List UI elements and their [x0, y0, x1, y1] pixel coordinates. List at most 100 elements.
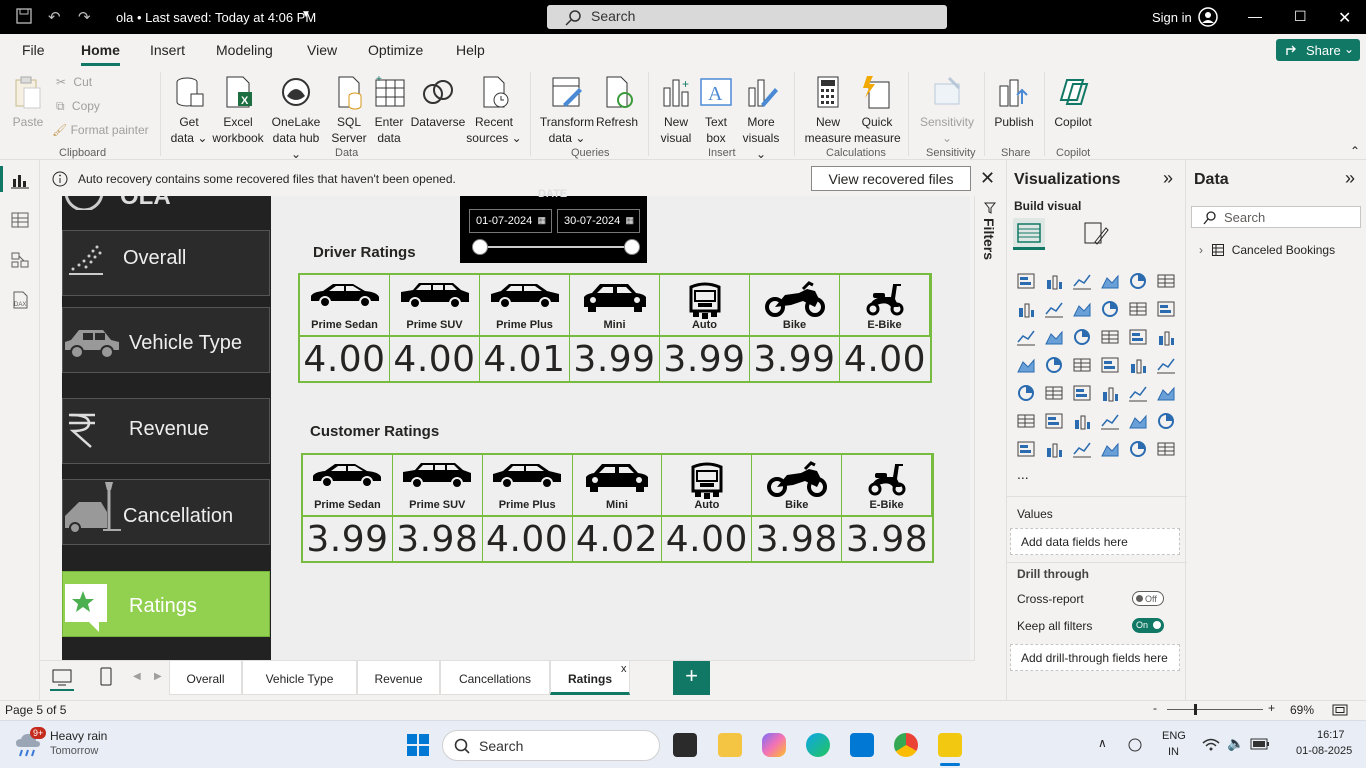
key-influencers-icon[interactable] — [1044, 412, 1064, 430]
file-title[interactable]: ola • Last saved: Today at 4:06 PM — [116, 10, 316, 25]
format-painter-button[interactable]: 🖌 Format painter — [52, 123, 149, 137]
smart-narrative-icon[interactable] — [1128, 412, 1148, 430]
clustered-column-icon[interactable] — [1100, 272, 1120, 290]
data-table-item[interactable]: › Canceled Bookings — [1199, 243, 1335, 257]
stacked-column-icon[interactable] — [1044, 272, 1064, 290]
python-visual-icon[interactable] — [1016, 412, 1036, 430]
treemap-icon[interactable] — [1016, 356, 1036, 374]
maximize-button[interactable]: ☐ — [1294, 8, 1307, 25]
account-icon[interactable] — [1198, 7, 1218, 30]
title-dropdown-icon[interactable]: ▼ — [301, 9, 311, 20]
close-button[interactable]: ✕ — [1338, 8, 1351, 28]
quick-measure-button[interactable]: Quick measure — [854, 74, 901, 146]
file-explorer-icon[interactable] — [718, 733, 742, 757]
area-chart-icon[interactable] — [1044, 300, 1064, 318]
publish-button[interactable]: Publish — [992, 74, 1036, 130]
language-indicator[interactable]: ENG — [1162, 730, 1186, 742]
redo-icon[interactable]: ↷ — [78, 8, 91, 26]
pie-chart-icon[interactable] — [1128, 328, 1148, 346]
minimize-button[interactable]: — — [1248, 8, 1262, 24]
model-view-icon[interactable] — [11, 251, 29, 269]
transform-data-button[interactable]: Transform data ⌄ — [538, 74, 596, 146]
wifi-icon[interactable] — [1202, 737, 1220, 753]
close-icon[interactable]: ✕ — [980, 168, 995, 189]
task-view-icon[interactable] — [673, 733, 697, 757]
scroll-right-icon[interactable]: ▶ — [154, 671, 162, 682]
cross-report-toggle[interactable]: Off — [1132, 591, 1164, 606]
get-data-button[interactable]: Get data ⌄ — [168, 74, 210, 146]
close-tab-icon[interactable]: x — [621, 663, 627, 675]
filled-map-icon[interactable] — [1072, 356, 1092, 374]
mail-icon[interactable] — [850, 733, 874, 757]
collapse-pane-icon[interactable]: » — [1163, 168, 1173, 189]
menu-help[interactable]: Help — [456, 42, 485, 58]
qna-icon[interactable] — [1100, 412, 1120, 430]
nav-button-revenue[interactable]: Revenue — [62, 398, 270, 464]
text-box-button[interactable]: A Text box — [698, 74, 734, 146]
page-tab-revenue[interactable]: Revenue — [357, 661, 440, 695]
keep-filters-toggle[interactable]: On — [1132, 618, 1164, 633]
nav-button-vehicle-type[interactable]: Vehicle Type — [62, 307, 270, 373]
power-bi-chevron-icon[interactable] — [1156, 440, 1176, 458]
line-clustered-icon[interactable] — [1156, 300, 1176, 318]
collapse-ribbon-icon[interactable]: ⌃ — [1350, 144, 1360, 158]
zoom-slider-thumb[interactable] — [1194, 704, 1197, 715]
taskbar-search[interactable]: Search — [442, 730, 660, 761]
weather-widget[interactable]: 9+ Heavy rain Tomorrow — [14, 727, 107, 762]
page-tab-vehicle-type[interactable]: Vehicle Type — [242, 661, 357, 695]
search-box[interactable]: Search — [547, 5, 947, 29]
r-visual-icon[interactable] — [1156, 384, 1176, 402]
scroll-left-icon[interactable]: ◀ — [133, 671, 141, 682]
menu-modeling[interactable]: Modeling — [216, 42, 273, 58]
donut-chart-icon[interactable] — [1156, 328, 1176, 346]
table-view-icon[interactable] — [11, 211, 29, 229]
gauge-icon[interactable] — [1128, 356, 1148, 374]
refresh-button[interactable]: Refresh — [596, 74, 638, 130]
mobile-layout-icon[interactable] — [100, 667, 112, 687]
ribbon-chart-icon[interactable] — [1100, 300, 1120, 318]
menu-optimize[interactable]: Optimize — [368, 42, 423, 58]
windows-start-icon[interactable] — [406, 733, 430, 757]
chrome-icon[interactable] — [894, 733, 918, 757]
decomposition-tree-icon[interactable] — [1072, 412, 1092, 430]
multi-row-card-icon[interactable] — [1016, 384, 1036, 402]
collapse-pane-icon[interactable]: » — [1345, 168, 1355, 189]
zoom-out-button[interactable]: - — [1153, 701, 1157, 715]
arcgis-icon[interactable] — [1100, 440, 1120, 458]
view-recovered-files-button[interactable]: View recovered files — [811, 166, 971, 191]
share-button[interactable]: Share ⌄ — [1276, 39, 1360, 61]
card-icon[interactable] — [1156, 356, 1176, 374]
line-chart-icon[interactable] — [1016, 300, 1036, 318]
excel-workbook-button[interactable]: X Excel workbook — [210, 74, 266, 146]
values-well[interactable]: Add data fields here — [1010, 528, 1180, 555]
new-visual-button[interactable]: + New visual — [658, 74, 694, 146]
100-bar-icon[interactable] — [1128, 272, 1148, 290]
stacked-area-icon[interactable] — [1072, 300, 1092, 318]
funnel-icon[interactable] — [1072, 328, 1092, 346]
funnel-chart-icon[interactable] — [1044, 328, 1064, 346]
recent-sources-button[interactable]: Recent sources ⌄ — [466, 74, 522, 146]
add-page-button[interactable]: + — [673, 661, 710, 695]
metrics-icon[interactable] — [1156, 412, 1176, 430]
network-status-icon[interactable] — [1127, 737, 1145, 753]
report-view-icon[interactable] — [11, 171, 29, 189]
data-search-input[interactable]: Search — [1191, 206, 1361, 228]
page-tab-cancellations[interactable]: Cancellations — [440, 661, 550, 695]
clustered-bar-icon[interactable] — [1072, 272, 1092, 290]
onelake-button[interactable]: OneLake data hub ⌄ — [266, 74, 326, 162]
build-visual-tab[interactable] — [1013, 218, 1045, 248]
nav-button-ratings[interactable]: Ratings — [62, 571, 270, 637]
table-icon[interactable] — [1100, 384, 1120, 402]
menu-view[interactable]: View — [307, 42, 337, 58]
range-start-handle[interactable] — [472, 239, 488, 255]
show-hidden-icons[interactable]: ∧ — [1098, 736, 1107, 750]
clock-time[interactable]: 16:17 — [1317, 729, 1345, 741]
new-measure-button[interactable]: New measure — [804, 74, 852, 146]
copy-button[interactable]: ⧉ Copy — [56, 99, 100, 114]
start-date-input[interactable]: 01-07-2024 ▦ — [469, 209, 552, 233]
sign-in-link[interactable]: Sign in — [1152, 10, 1192, 25]
power-automate-icon[interactable] — [1072, 440, 1092, 458]
sql-server-button[interactable]: SQL Server — [330, 74, 368, 146]
nav-button-cancellation[interactable]: Cancellation — [62, 479, 270, 545]
custom-visual-icon[interactable] — [1128, 440, 1148, 458]
